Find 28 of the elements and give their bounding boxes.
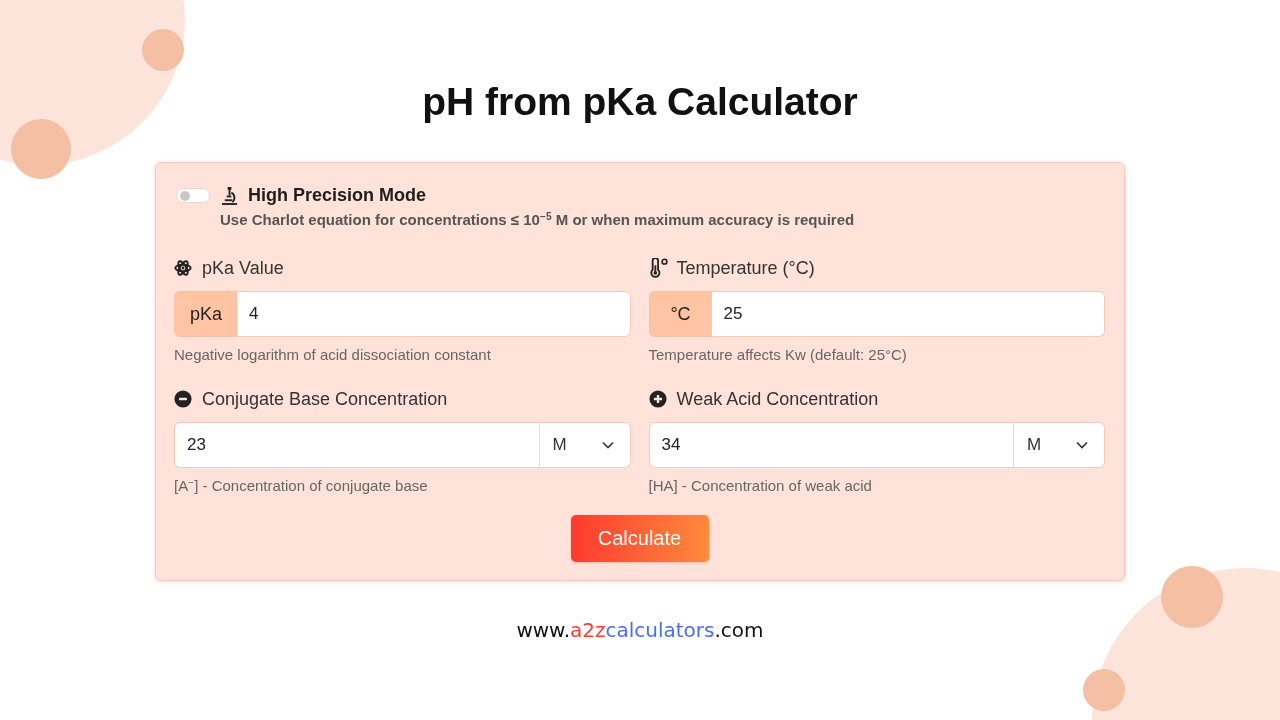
field-label: Conjugate Base Concentration xyxy=(202,388,448,410)
field-hint: Temperature affects Kw (default: 25°C) xyxy=(648,346,908,364)
precision-toggle[interactable] xyxy=(176,187,210,203)
field-label: Weak Acid Concentration xyxy=(676,388,879,410)
precision-mode-label: High Precision Mode xyxy=(248,184,427,206)
atom-icon xyxy=(174,259,192,277)
field-hint: [HA] - Concentration of weak acid xyxy=(648,477,873,495)
input-prefix: °C xyxy=(648,291,712,337)
minus-circle-icon xyxy=(174,390,192,408)
number-input[interactable]: 25 xyxy=(711,291,1105,337)
field-hint: [A$^{−}$] - Concentration of conjugate base xyxy=(174,477,429,495)
number-input[interactable]: 34 xyxy=(648,422,1013,468)
microscope-icon xyxy=(221,185,238,205)
page-title: pH from pKa Calculator xyxy=(422,79,858,125)
unit-select[interactable]: M xyxy=(1013,422,1105,468)
number-input[interactable]: 4 xyxy=(237,291,631,337)
field-hint: Negative logarithm of acid dissociation constant xyxy=(174,346,492,364)
plus-circle-icon xyxy=(648,390,667,408)
field-label: pKa Value xyxy=(202,257,284,279)
input-prefix: pKa xyxy=(174,291,237,337)
thermometer-icon xyxy=(648,258,669,278)
chevron-down-icon xyxy=(601,441,614,449)
chevron-down-icon xyxy=(1076,441,1088,449)
field-label: Temperature (°C) xyxy=(676,257,815,279)
precision-note: Use Charlot equation for concentrations ≤ 10$^{−5}$ M or when maximum accuracy is required xyxy=(220,211,856,229)
unit-select[interactable]: M xyxy=(538,422,631,468)
number-input[interactable]: 23 xyxy=(174,422,539,468)
website-url: www.a2zcalculators.com xyxy=(516,618,764,642)
